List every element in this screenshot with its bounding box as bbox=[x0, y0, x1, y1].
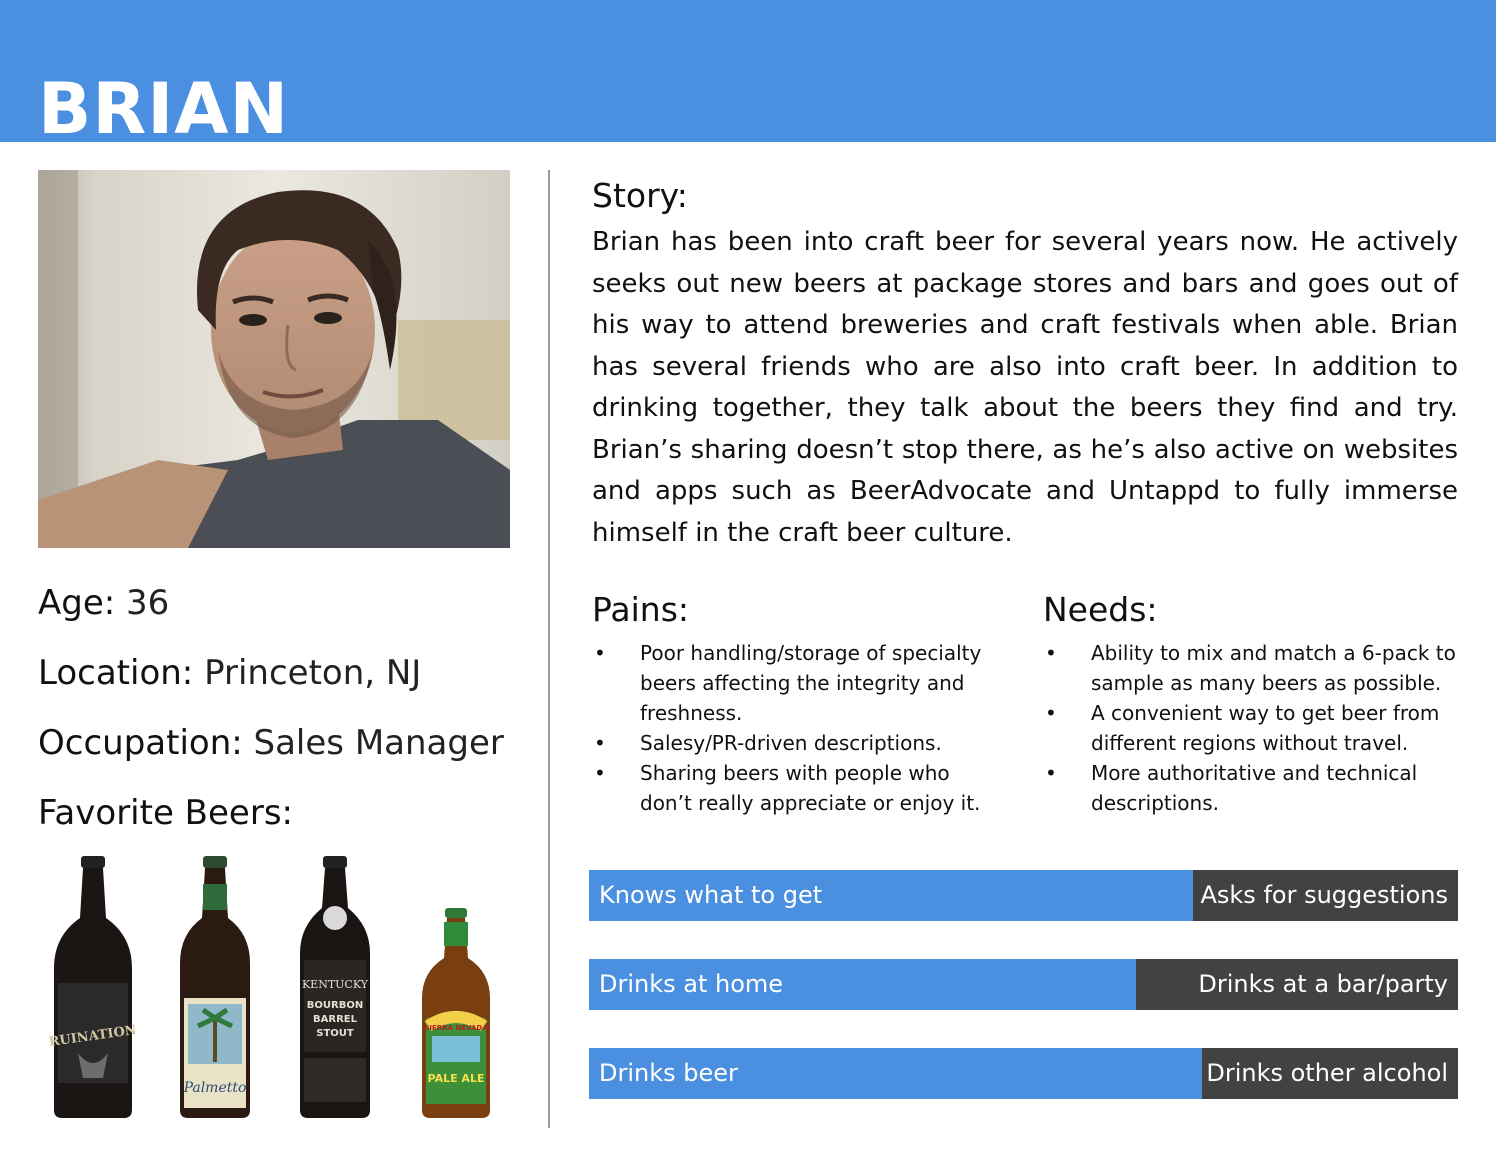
location-label: Location: bbox=[38, 653, 194, 693]
favorite-beers-row: Favorite Beers: bbox=[38, 778, 538, 848]
persona-name: BRIAN bbox=[38, 68, 290, 142]
beer-bottle-icon: SIERRA NEVADA PALE ALE bbox=[422, 908, 490, 1118]
spectrum-left-label: Drinks beer bbox=[589, 1048, 1202, 1099]
beer-bottle-icon: RUINATION bbox=[48, 856, 138, 1118]
spectrum-bar: Drinks beer Drinks other alcohol bbox=[589, 1048, 1458, 1099]
occupation-value: Sales Manager bbox=[253, 723, 504, 763]
spectrum-right-label: Asks for suggestions bbox=[1192, 870, 1458, 921]
spectrum-bar: Knows what to get Asks for suggestions bbox=[589, 870, 1458, 921]
occupation-row: Occupation: Sales Manager bbox=[38, 708, 538, 778]
persona-photo bbox=[38, 170, 510, 548]
beer-bottle-icon: KENTUCKY BOURBON BARREL STOUT bbox=[300, 856, 370, 1118]
spectrum-bar: Drinks at home Drinks at a bar/party bbox=[589, 959, 1458, 1010]
svg-text:Palmetto: Palmetto bbox=[183, 1080, 247, 1096]
svg-text:SIERRA NEVADA: SIERRA NEVADA bbox=[424, 1024, 488, 1032]
spectrum-left-label: Knows what to get bbox=[589, 870, 1193, 921]
needs-heading: Needs: bbox=[1043, 590, 1158, 629]
age-value: 36 bbox=[126, 583, 170, 623]
needs-item: Ability to mix and match a 6-pack to sam… bbox=[1043, 638, 1463, 698]
spectrum-right-label: Drinks other alcohol bbox=[1201, 1048, 1458, 1099]
spectrum-left-label: Drinks at home bbox=[589, 959, 1137, 1010]
header-banner: BRIAN bbox=[0, 0, 1496, 142]
spectrum-right-label: Drinks at a bar/party bbox=[1136, 959, 1458, 1010]
svg-text:BARREL: BARREL bbox=[313, 1014, 358, 1025]
needs-item: More authoritative and technical descrip… bbox=[1043, 758, 1463, 818]
portrait-image bbox=[38, 170, 510, 548]
needs-list: Ability to mix and match a 6-pack to sam… bbox=[1043, 638, 1463, 818]
pains-item: Sharing beers with people who don’t real… bbox=[592, 758, 992, 818]
pains-item: Poor handling/storage of specialty beers… bbox=[592, 638, 992, 728]
svg-text:STOUT: STOUT bbox=[316, 1028, 354, 1039]
svg-text:PALE ALE: PALE ALE bbox=[428, 1072, 485, 1085]
pains-heading: Pains: bbox=[592, 590, 690, 629]
location-value: Princeton, NJ bbox=[204, 653, 422, 693]
story-heading: Story: bbox=[592, 176, 688, 215]
occupation-label: Occupation: bbox=[38, 723, 243, 763]
beer-bottle-icon: Palmetto bbox=[180, 856, 250, 1118]
age-row: Age: 36 bbox=[38, 568, 538, 638]
favorite-beers: RUINATION Palmetto KENTUCKY BOURBON BARR… bbox=[38, 848, 518, 1128]
story-text: Brian has been into craft beer for sever… bbox=[592, 227, 1458, 548]
svg-text:KENTUCKY: KENTUCKY bbox=[302, 978, 369, 991]
needs-item: A convenient way to get beer from differ… bbox=[1043, 698, 1463, 758]
age-label: Age: bbox=[38, 583, 116, 623]
location-row: Location: Princeton, NJ bbox=[38, 638, 538, 708]
profile-facts: Age: 36 Location: Princeton, NJ Occupati… bbox=[38, 568, 538, 848]
pains-item: Salesy/PR-driven descriptions. bbox=[592, 728, 992, 758]
column-divider bbox=[548, 170, 550, 1128]
pains-list: Poor handling/storage of specialty beers… bbox=[592, 638, 992, 818]
svg-text:BOURBON: BOURBON bbox=[307, 1000, 363, 1011]
favorite-beers-label: Favorite Beers: bbox=[38, 793, 293, 833]
